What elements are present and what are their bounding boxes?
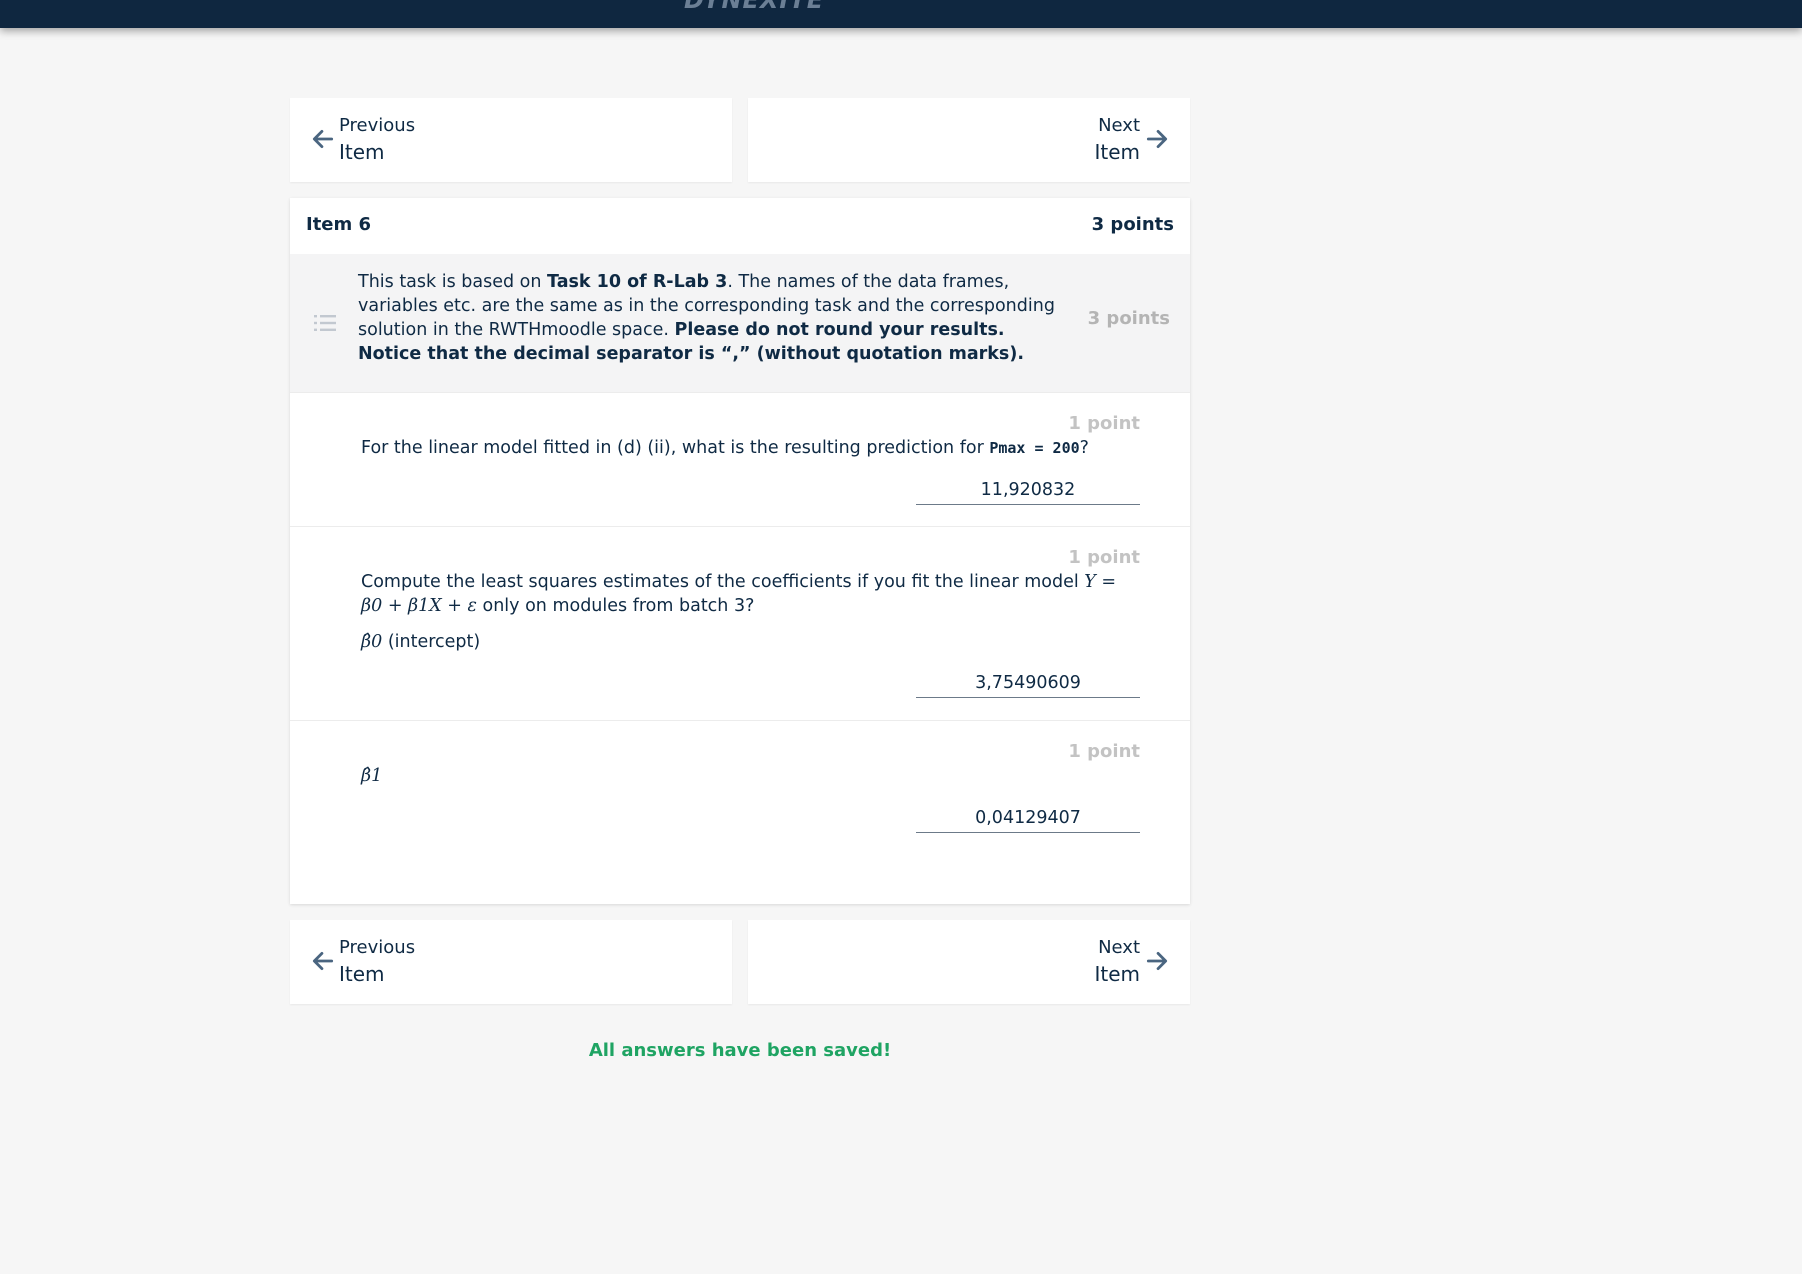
code-snippet: Pmax = 200 <box>989 439 1080 457</box>
question-1-answer-input[interactable] <box>916 476 1140 505</box>
item-title: Item 6 <box>306 214 372 235</box>
arrow-left-icon <box>312 952 334 970</box>
previous-item-button[interactable]: Previous Item <box>290 98 732 182</box>
item-points: 3 points <box>1091 214 1174 235</box>
slope-label: β̂1 <box>361 766 383 786</box>
question-2: 1 point Compute the least squares estima… <box>290 526 1190 721</box>
intercept-answer-input[interactable] <box>916 669 1140 698</box>
list-icon <box>314 315 336 331</box>
item-navigation-top: Previous Item Next Item <box>290 98 1190 182</box>
instructions-text: This task is based on Task 10 of R-Lab 3… <box>358 272 1055 364</box>
question-2-text: Compute the least squares estimates of t… <box>361 572 1117 616</box>
instructions-points: 3 points <box>1087 308 1170 329</box>
next-item-label: Next Item <box>1094 115 1140 164</box>
item-card: Item 6 3 points This task is based on Ta… <box>290 198 1190 904</box>
previous-item-label: Previous Item <box>339 937 416 986</box>
item-instructions: This task is based on Task 10 of R-Lab 3… <box>290 254 1190 392</box>
app-logo: DYNEXITE <box>684 0 825 14</box>
next-item-button[interactable]: Next Item <box>748 920 1190 1004</box>
question-3-points: 1 point <box>1068 741 1140 762</box>
next-item-button[interactable]: Next Item <box>748 98 1190 182</box>
intercept-label: β̂0 (intercept) <box>361 632 481 652</box>
arrow-right-icon <box>1146 130 1168 148</box>
saved-status-message: All answers have been saved! <box>588 1040 892 1061</box>
question-3: 1 point β̂1 <box>290 720 1190 905</box>
top-bar: DYNEXITE <box>0 0 1802 28</box>
question-1-text: For the linear model fitted in (d) (ii),… <box>361 438 1089 458</box>
question-1: 1 point For the linear model fitted in (… <box>290 392 1190 527</box>
question-1-points: 1 point <box>1068 413 1140 434</box>
item-header: Item 6 3 points <box>290 198 1190 254</box>
previous-item-button[interactable]: Previous Item <box>290 920 732 1004</box>
arrow-left-icon <box>312 130 334 148</box>
arrow-right-icon <box>1146 952 1168 970</box>
item-navigation-bottom: Previous Item Next Item <box>290 920 1190 1004</box>
next-item-label: Next Item <box>1094 937 1140 986</box>
previous-item-label: Previous Item <box>339 115 416 164</box>
slope-answer-input[interactable] <box>916 804 1140 833</box>
question-2-points: 1 point <box>1068 547 1140 568</box>
